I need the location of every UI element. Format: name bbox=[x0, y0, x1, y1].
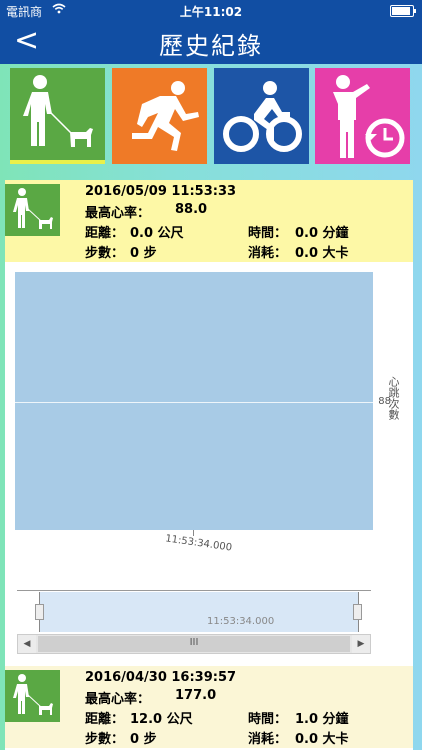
heart-rate-chart: 88 心跳次數 11:53:34.000 11:53:34.000 ◀ III … bbox=[5, 262, 413, 666]
x-tick-label: 11:53:34.000 bbox=[164, 533, 233, 554]
dog-walk-icon bbox=[23, 75, 93, 147]
distance-label: 距離： bbox=[85, 712, 125, 727]
burn-value: 0.0 大卡 bbox=[295, 246, 349, 261]
distance-label: 距離： bbox=[85, 226, 125, 241]
scroll-left-button[interactable]: ◀ bbox=[18, 635, 36, 653]
time-value: 1.0 分鐘 bbox=[295, 712, 349, 727]
navigator-selection[interactable] bbox=[39, 592, 359, 632]
distance-value: 0.0 公尺 bbox=[130, 226, 184, 241]
record-datetime: 2016/05/09 11:53:33 bbox=[85, 184, 237, 199]
navigator-right-handle[interactable] bbox=[353, 604, 362, 620]
max-hr-value: 88.0 bbox=[175, 202, 208, 217]
scrollbar-thumb[interactable]: III bbox=[38, 636, 350, 652]
steps-value: 0 步 bbox=[130, 732, 157, 747]
tile-run[interactable] bbox=[112, 68, 207, 164]
burn-value: 0.0 大卡 bbox=[295, 732, 349, 747]
navigation-bar: < 歷史紀錄 bbox=[0, 20, 422, 64]
navigator-left-handle[interactable] bbox=[35, 604, 44, 620]
tile-bike[interactable] bbox=[214, 68, 309, 164]
category-tiles bbox=[0, 68, 422, 166]
dog-walk-icon bbox=[13, 674, 53, 715]
steps-label: 步數： bbox=[85, 246, 125, 261]
time-value: 0.0 分鐘 bbox=[295, 226, 349, 241]
burn-label: 消耗： bbox=[248, 732, 288, 747]
max-hr-value: 177.0 bbox=[175, 688, 217, 703]
status-bar: 電訊商 上午11:02 bbox=[0, 0, 422, 20]
record-datetime: 2016/04/30 16:39:57 bbox=[85, 670, 237, 685]
chart-navigator[interactable]: 11:53:34.000 bbox=[17, 590, 371, 635]
navigator-axis bbox=[17, 590, 371, 591]
scroll-right-button[interactable]: ▶ bbox=[352, 635, 370, 653]
max-hr-label: 最高心率： bbox=[85, 692, 151, 707]
distance-value: 12.0 公尺 bbox=[130, 712, 193, 727]
history-panel: 2016/05/09 11:53:33 最高心率： 88.0 距離： 0.0 公… bbox=[5, 180, 413, 750]
bike-icon bbox=[223, 81, 302, 152]
steps-label: 步數： bbox=[85, 732, 125, 747]
battery-level bbox=[392, 7, 410, 15]
battery-icon bbox=[390, 5, 416, 17]
y-axis-title: 心跳次數 bbox=[387, 376, 400, 420]
record-type-icon bbox=[5, 670, 60, 722]
chart-plot-area bbox=[15, 272, 373, 530]
runner-icon bbox=[132, 81, 199, 151]
max-hr-label: 最高心率： bbox=[85, 206, 151, 221]
navigator-label: 11:53:34.000 bbox=[207, 616, 275, 627]
time-label: 時間： bbox=[248, 226, 288, 241]
record-card[interactable]: 2016/05/09 11:53:33 最高心率： 88.0 距離： 0.0 公… bbox=[5, 180, 413, 262]
scrollbar-grip: III bbox=[189, 637, 199, 648]
time-label: 時間： bbox=[248, 712, 288, 727]
steps-value: 0 步 bbox=[130, 246, 157, 261]
x-tick-mark bbox=[193, 530, 194, 536]
chart-scrollbar[interactable]: ◀ III ▶ bbox=[17, 634, 371, 654]
record-type-icon bbox=[5, 184, 60, 236]
tile-walk-dog[interactable] bbox=[10, 68, 105, 164]
chart-data-line bbox=[15, 402, 389, 403]
person-history-icon bbox=[333, 75, 405, 158]
tile-history[interactable] bbox=[315, 68, 410, 164]
record-card[interactable]: 2016/04/30 16:39:57 最高心率： 177.0 距離： 12.0… bbox=[5, 666, 413, 748]
burn-label: 消耗： bbox=[248, 246, 288, 261]
page-title: 歷史紀錄 bbox=[159, 32, 263, 60]
dog-walk-icon bbox=[13, 188, 53, 229]
status-time: 上午11:02 bbox=[179, 5, 243, 19]
